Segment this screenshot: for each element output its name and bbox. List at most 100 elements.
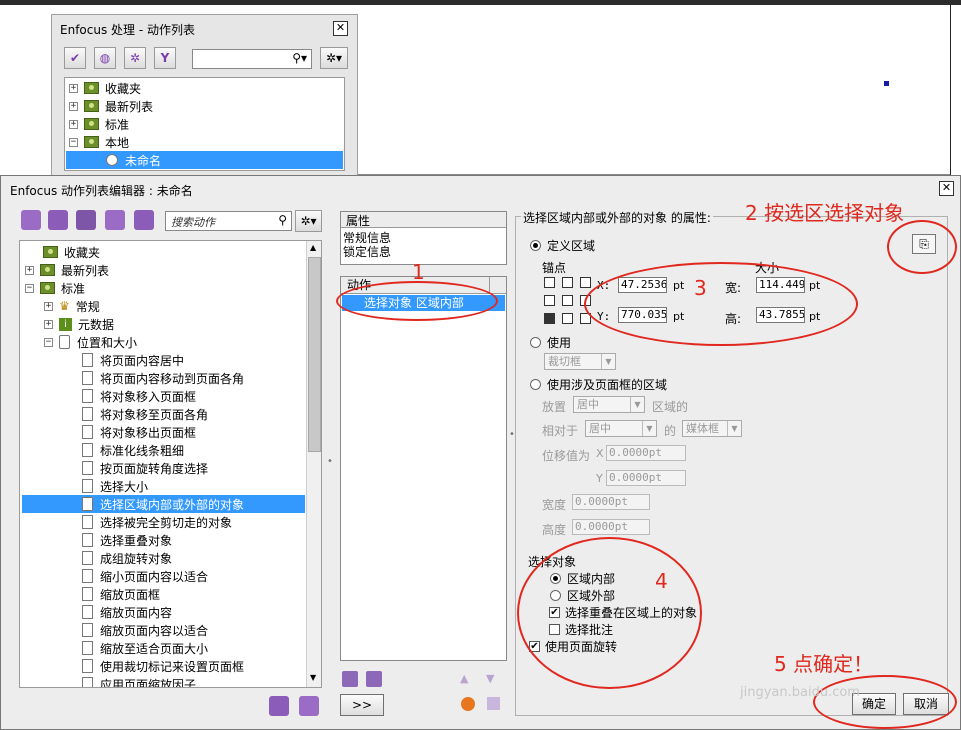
options-gear-icon[interactable]: ✲▾: [295, 210, 322, 232]
anchor-bottom-center[interactable]: [562, 313, 573, 324]
define-area-option[interactable]: 定义区域: [530, 237, 595, 254]
action-item[interactable]: 缩放页面内容以适合: [82, 621, 208, 639]
tree-item[interactable]: + 收藏夹: [69, 79, 141, 97]
tree-item[interactable]: + 最新列表: [25, 261, 109, 279]
height2-input[interactable]: 0.0000pt: [572, 519, 650, 535]
anchor-middle-left[interactable]: [544, 295, 555, 306]
media-box-select[interactable]: 媒体框 ▼: [682, 420, 742, 437]
use-box-select[interactable]: 裁切框 ▼: [544, 353, 616, 370]
action-item[interactable]: 缩小页面内容以适合: [82, 567, 208, 585]
tree-group[interactable]: + ♛ 常规: [44, 297, 100, 315]
action-item[interactable]: 缩放至适合页面大小: [82, 639, 208, 657]
action-item[interactable]: 缩放页面框: [82, 585, 160, 603]
tree-group[interactable]: + i 元数据: [44, 315, 114, 333]
collapse-icon[interactable]: −: [44, 337, 53, 347]
expand-icon[interactable]: +: [69, 101, 78, 111]
duplicate-icon[interactable]: [342, 671, 358, 687]
add-group-icon[interactable]: [299, 696, 319, 716]
property-item[interactable]: 锁定信息: [343, 243, 391, 260]
action-item[interactable]: 应用页面缩放因子: [82, 675, 196, 687]
anchor-center[interactable]: [562, 295, 573, 306]
relative-select[interactable]: 居中 ▼: [585, 420, 657, 437]
anchor-top-center[interactable]: [562, 277, 573, 288]
action-item[interactable]: 使用裁切标记来设置页面框: [82, 657, 244, 675]
use-option[interactable]: 使用: [530, 334, 571, 351]
document-icon: [82, 371, 93, 385]
action-item[interactable]: 将对象移入页面框: [82, 387, 196, 405]
move-to-list-button[interactable]: >>: [340, 694, 384, 716]
place-select[interactable]: 居中 ▼: [573, 396, 645, 413]
tree-item[interactable]: − 标准: [25, 279, 85, 297]
anchor-top-left[interactable]: [544, 277, 555, 288]
action-item[interactable]: 将页面内容居中: [82, 351, 184, 369]
width2-input[interactable]: 0.0000pt: [572, 494, 650, 510]
expand-icon[interactable]: +: [44, 301, 53, 311]
anchor-label: 锚点: [542, 261, 567, 275]
media-box-value: 媒体框: [686, 422, 719, 435]
tree-item-label: 标准: [61, 281, 86, 296]
gear-star-icon[interactable]: [21, 210, 41, 230]
action-item[interactable]: 选择大小: [82, 477, 148, 495]
search-input[interactable]: ⚲▾: [192, 49, 312, 69]
action-item[interactable]: 成组旋转对象: [82, 549, 172, 567]
offset-x-input[interactable]: 0.0000pt: [606, 445, 686, 461]
anchor-bottom-left[interactable]: [544, 313, 555, 324]
search-gear-icon[interactable]: [48, 210, 68, 230]
refresh-gear-icon[interactable]: [76, 210, 96, 230]
action-item[interactable]: 按页面旋转角度选择: [82, 459, 208, 477]
expand-icon[interactable]: +: [69, 119, 78, 129]
close-button[interactable]: ✕: [333, 21, 348, 36]
move-down-icon[interactable]: ▼: [486, 672, 494, 685]
globe-icon[interactable]: ◍: [94, 47, 116, 69]
action-item[interactable]: 标准化线条粗细: [82, 441, 184, 459]
expand-icon[interactable]: +: [44, 319, 53, 329]
check-icon[interactable]: ✔: [64, 47, 86, 69]
check-gear-icon[interactable]: [105, 210, 125, 230]
record-icon[interactable]: [461, 697, 475, 711]
scroll-thumb[interactable]: [308, 257, 321, 452]
action-item[interactable]: 选择被完全剪切走的对象: [82, 513, 232, 531]
tree-item[interactable]: + 最新列表: [69, 97, 153, 115]
tree-item[interactable]: − 本地: [69, 133, 129, 151]
action-item-selected[interactable]: 选择区域内部或外部的对象: [22, 495, 305, 513]
search-actions-input[interactable]: 搜索动作 ⚲: [165, 211, 292, 231]
info-gear-icon[interactable]: [134, 210, 154, 230]
add-action-icon[interactable]: [269, 696, 289, 716]
stop-icon[interactable]: [487, 697, 500, 710]
expand-icon[interactable]: +: [25, 265, 34, 275]
collapse-icon[interactable]: −: [25, 283, 34, 293]
page-box-area-option[interactable]: 使用涉及页面框的区域: [530, 376, 667, 393]
gear-icon[interactable]: ✲: [124, 47, 146, 69]
radio-off[interactable]: [530, 379, 541, 390]
remove-icon[interactable]: [366, 671, 382, 687]
scroll-up-icon[interactable]: ▲: [310, 243, 316, 252]
radio-off[interactable]: [530, 337, 541, 348]
scroll-down-icon[interactable]: ▼: [310, 673, 316, 682]
expand-icon[interactable]: +: [69, 83, 78, 93]
action-item[interactable]: 将对象移出页面框: [82, 423, 196, 441]
dialog-close-button[interactable]: ✕: [939, 181, 954, 196]
action-item[interactable]: 将页面内容移动到页面各角: [82, 369, 244, 387]
search-icon[interactable]: ⚲: [278, 213, 287, 227]
tree-item-label: 收藏夹: [105, 81, 142, 96]
action-item[interactable]: 选择重叠对象: [82, 531, 172, 549]
tree-group[interactable]: − 位置和大小: [44, 333, 137, 351]
document-icon: [82, 569, 93, 583]
selection-dot: [884, 81, 889, 86]
tree-item[interactable]: 收藏夹: [28, 243, 100, 261]
search-icon[interactable]: ⚲▾: [292, 51, 307, 65]
filter-icon[interactable]: Y: [154, 47, 176, 69]
action-item[interactable]: 缩放页面内容: [82, 603, 172, 621]
options-gear-icon[interactable]: ✲▾: [320, 47, 348, 69]
move-up-icon[interactable]: ▲: [460, 672, 468, 685]
splitter-handle[interactable]: •: [327, 456, 333, 467]
tree-item-selected[interactable]: 未命名: [66, 151, 343, 169]
offset-y-input[interactable]: 0.0000pt: [606, 470, 686, 486]
anchor-top-right[interactable]: [580, 277, 591, 288]
action-item[interactable]: 将对象移至页面各角: [82, 405, 208, 423]
tree-item[interactable]: + 标准: [69, 115, 129, 133]
tree-scrollbar[interactable]: ▲ ▼: [306, 241, 321, 687]
relative-label: 相对于: [542, 424, 579, 438]
radio-on[interactable]: [530, 240, 541, 251]
collapse-icon[interactable]: −: [69, 137, 78, 147]
